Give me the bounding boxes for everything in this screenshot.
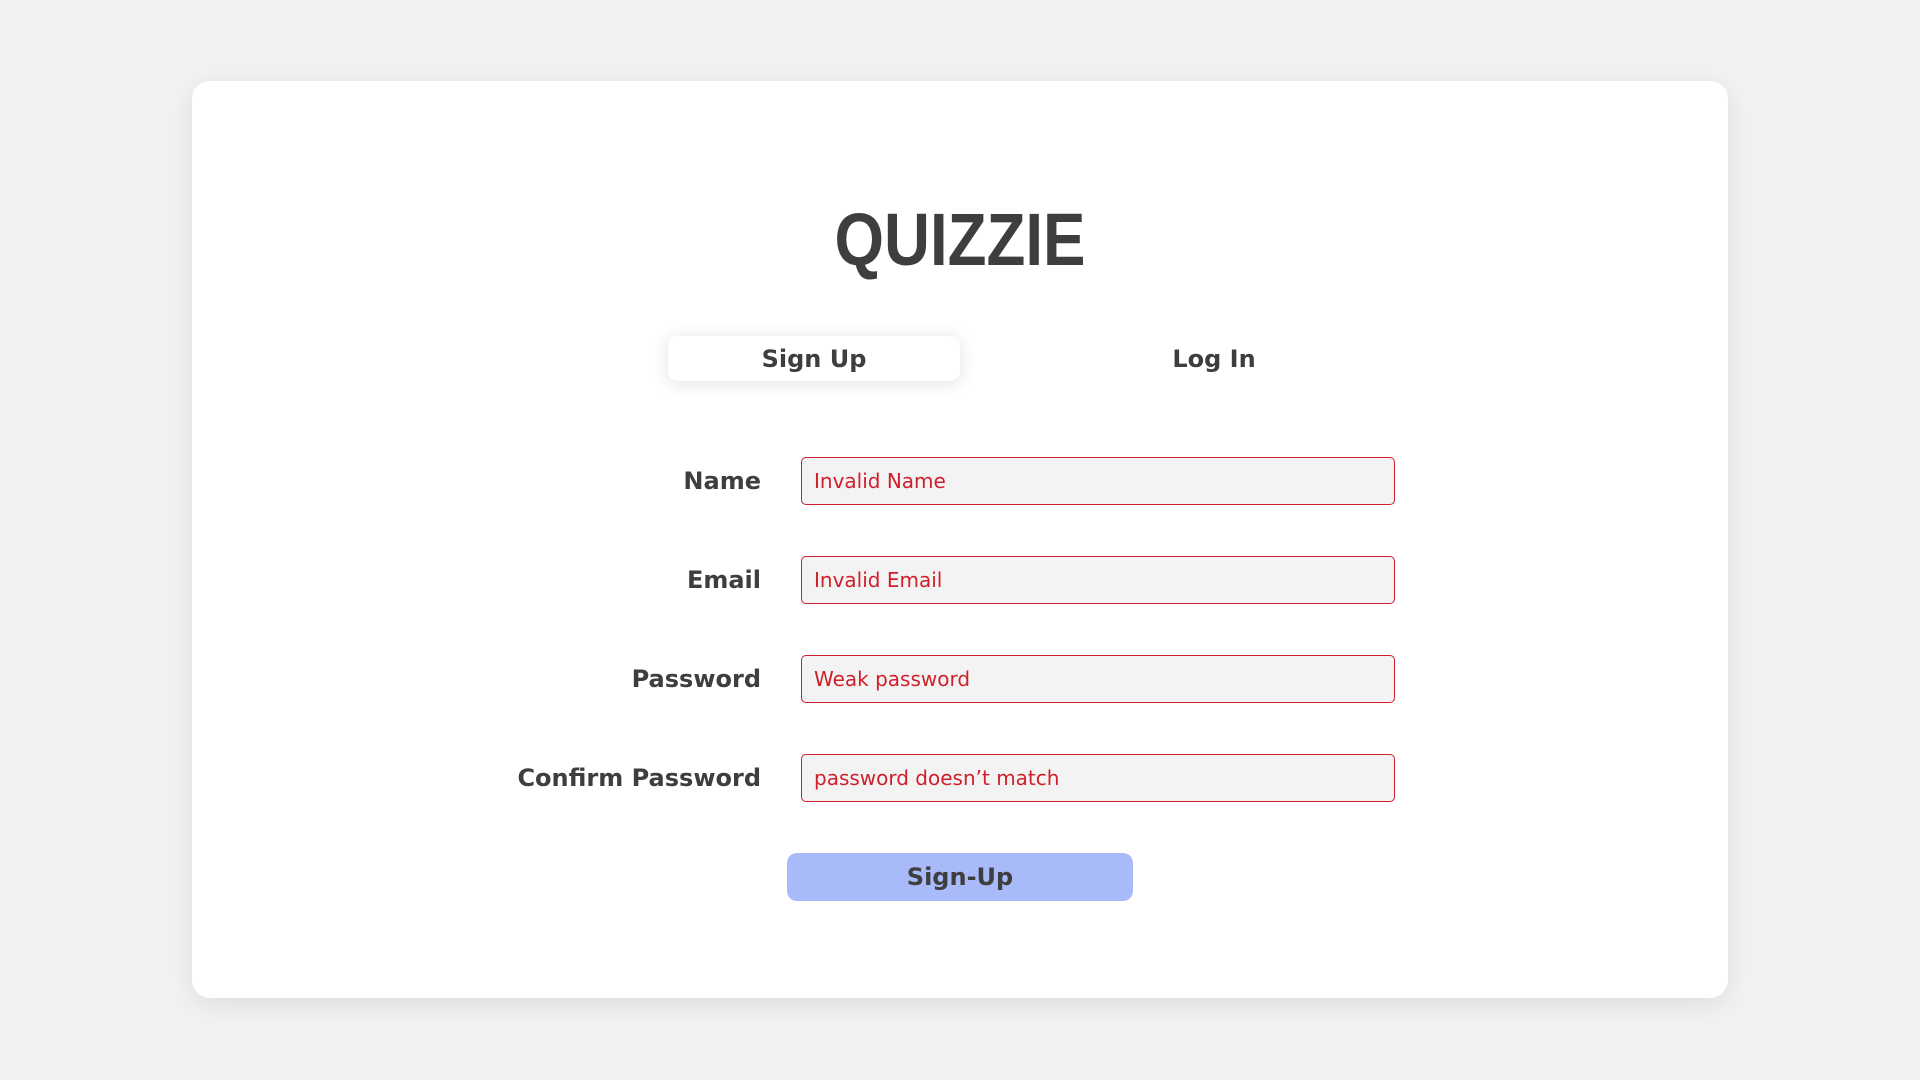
tab-sign-up[interactable]: Sign Up — [668, 336, 960, 381]
sign-up-button[interactable]: Sign-Up — [787, 853, 1133, 901]
tab-log-in[interactable]: Log In — [1068, 336, 1360, 381]
email-label: Email — [686, 566, 761, 594]
password-label: Password — [631, 665, 761, 693]
confirm-password-input[interactable] — [801, 754, 1395, 802]
app-logo: QUIZZIE — [834, 198, 1086, 281]
name-label: Name — [683, 467, 761, 495]
name-input[interactable] — [801, 457, 1395, 505]
confirm-password-label: Confirm Password — [517, 764, 761, 792]
password-input[interactable] — [801, 655, 1395, 703]
email-input[interactable] — [801, 556, 1395, 604]
